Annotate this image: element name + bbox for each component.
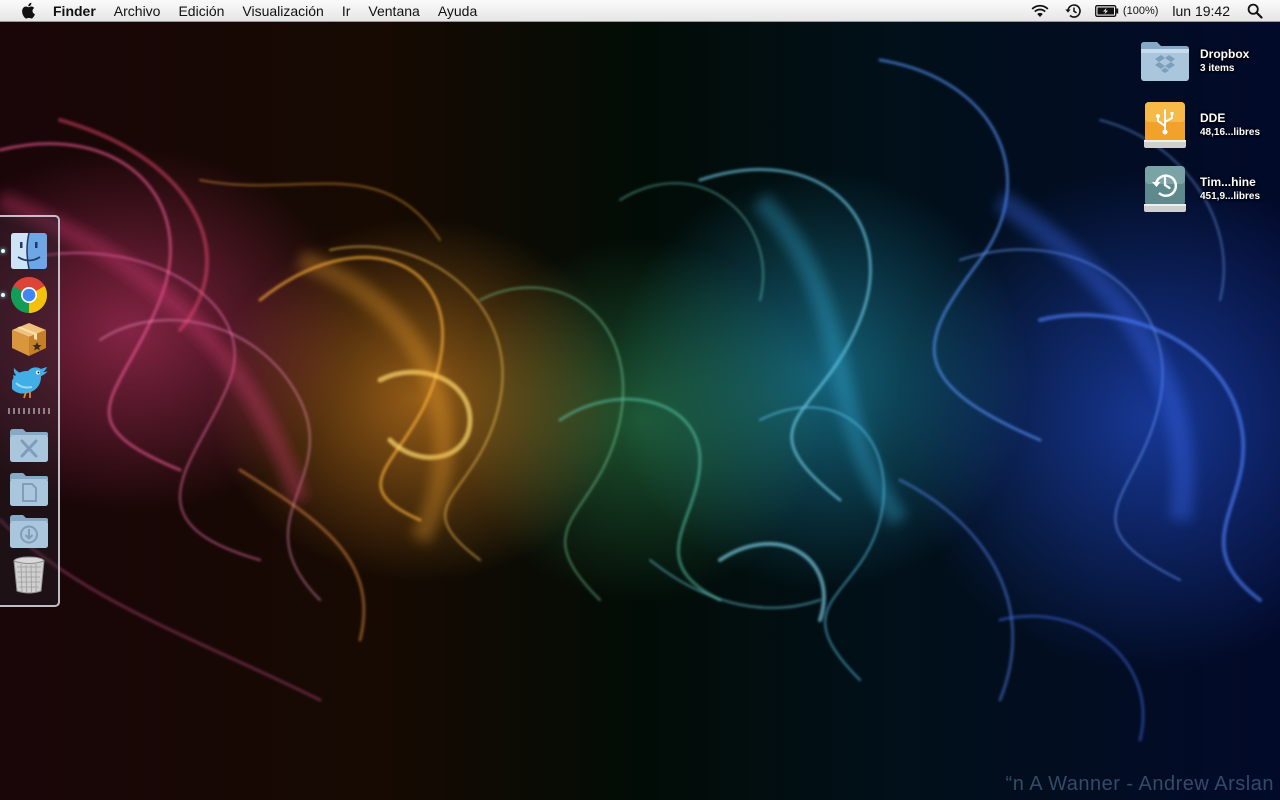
desktop-icon-name: Tim...hine [1200, 175, 1256, 189]
battery-charging-icon [1094, 4, 1119, 17]
menu-finder[interactable]: Finder [43, 0, 105, 22]
time-machine-drive-icon [1138, 162, 1192, 216]
battery-percent: (100%) [1122, 4, 1159, 17]
downloads-folder-icon [10, 515, 48, 548]
dock-item-trash[interactable] [8, 554, 50, 596]
usb-drive-icon [1138, 98, 1192, 152]
utilities-folder-icon [10, 429, 48, 462]
spotlight-search-icon[interactable] [1247, 0, 1263, 22]
dock-item-utilities[interactable] [8, 424, 50, 466]
menu-ayuda[interactable]: Ayuda [429, 0, 486, 22]
dropbox-folder-icon [1138, 34, 1192, 88]
menu-ventana[interactable]: Ventana [359, 0, 428, 22]
desktop-icon-dde[interactable]: DDE 48,16...libres [1138, 97, 1278, 153]
battery-status[interactable]: (100%) [1094, 4, 1159, 17]
wallpaper-credit-text: “n A Wanner - Andrew Arslan [1005, 773, 1274, 795]
running-indicator [1, 249, 5, 253]
package-icon [12, 323, 46, 356]
desktop-wallpaper: “n A Wanner - Andrew Arslan [0, 0, 1280, 800]
menu-bar: Finder Archivo Edición Visualización Ir … [0, 0, 1280, 22]
desktop-icon-detail: 451,9...libres [1200, 191, 1261, 202]
menu-edicion[interactable]: Edición [169, 0, 233, 22]
dock-item-chrome[interactable] [8, 274, 50, 316]
dock-item-downloads[interactable] [8, 510, 50, 552]
twitter-bird-icon [12, 367, 48, 399]
dock-item-documents[interactable] [8, 468, 50, 510]
trash-icon [13, 556, 45, 594]
running-indicator [1, 293, 5, 297]
desktop-icon-time-machine[interactable]: Tim...hine 451,9...libres [1138, 161, 1278, 217]
dock-item-package[interactable] [8, 318, 50, 360]
smoke-swirls [0, 58, 1262, 742]
menu-visualizacion[interactable]: Visualización [233, 0, 332, 22]
desktop-icon-detail: 48,16...libres [1200, 127, 1261, 138]
desktop-icon-detail: 3 items [1200, 63, 1235, 74]
apple-icon[interactable] [13, 0, 43, 22]
dock-item-finder[interactable] [8, 230, 50, 272]
time-machine-icon[interactable] [1064, 0, 1082, 22]
finder-icon [11, 232, 47, 270]
dock [0, 215, 60, 607]
menu-archivo[interactable]: Archivo [105, 0, 170, 22]
desktop-icon-dropbox[interactable]: Dropbox 3 items [1138, 33, 1278, 89]
desktop-icon-name: DDE [1200, 111, 1226, 125]
documents-folder-icon [10, 473, 48, 506]
menu-clock[interactable]: lun 19:42 [1172, 3, 1230, 19]
chrome-icon [10, 276, 48, 314]
wifi-icon[interactable] [1030, 0, 1050, 22]
status-area: (100%) lun 19:42 [1023, 0, 1280, 22]
desktop-icon-name: Dropbox [1200, 47, 1250, 61]
dock-item-twitter[interactable] [8, 360, 50, 402]
dock-separator [8, 408, 50, 414]
menu-ir[interactable]: Ir [333, 0, 360, 22]
